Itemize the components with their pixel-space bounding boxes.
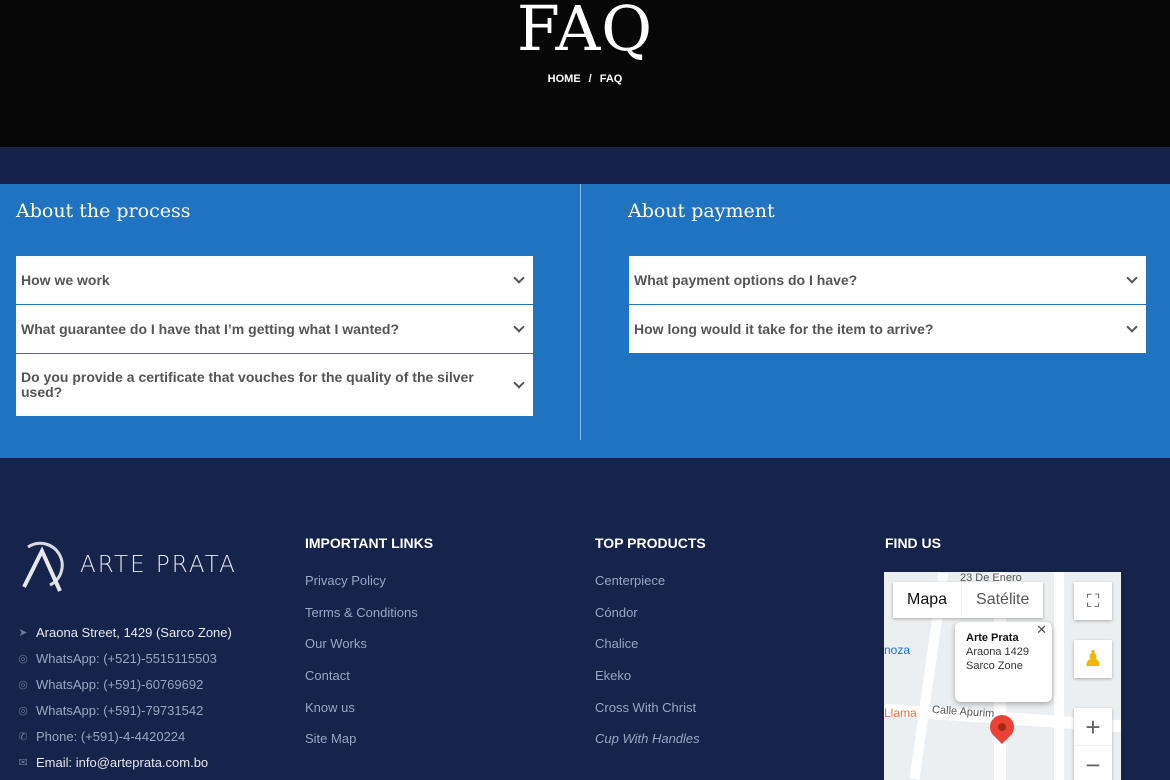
product-link[interactable]: Cóndor bbox=[595, 605, 700, 637]
phone-icon: ✆ bbox=[18, 730, 28, 743]
product-link[interactable]: Cup With Handles bbox=[595, 731, 700, 763]
accordion-question: How we work bbox=[21, 271, 110, 288]
find-us-heading: FIND US bbox=[885, 535, 941, 551]
contact-text: Phone: (+591)-4-4420224 bbox=[36, 728, 186, 744]
chevron-down-icon bbox=[1126, 272, 1138, 284]
accordion-payment: What payment options do I have? How long… bbox=[629, 256, 1146, 354]
logo-icon bbox=[22, 541, 64, 592]
important-links-heading: IMPORTANT LINKS bbox=[305, 535, 434, 551]
close-icon[interactable]: ✕ bbox=[1036, 623, 1047, 637]
contact-text: Email: info@arteprata.com.bo bbox=[36, 754, 209, 770]
top-products-heading: TOP PRODUCTS bbox=[595, 535, 706, 551]
location-arrow-icon: ➤ bbox=[18, 626, 28, 639]
whatsapp-icon: ◎ bbox=[18, 678, 28, 691]
map-type-tabs: Mapa Satélite bbox=[893, 582, 1044, 618]
breadcrumb: HOME / FAQ bbox=[0, 73, 1170, 85]
accordion-question: How long would it take for the item to a… bbox=[634, 320, 934, 337]
chevron-down-icon bbox=[1126, 321, 1138, 333]
logo-text: ARTE PRATA bbox=[80, 552, 237, 578]
page-title: FAQ bbox=[516, 0, 654, 65]
page-hero: FAQ HOME / FAQ bbox=[0, 0, 1170, 147]
pegman-icon[interactable]: ♟ bbox=[1074, 640, 1112, 678]
important-links-list: Privacy Policy Terms & Conditions Our Wo… bbox=[305, 573, 418, 763]
product-link[interactable]: Chalice bbox=[595, 636, 700, 668]
map-label: noza bbox=[884, 643, 911, 657]
breadcrumb-current: FAQ bbox=[599, 73, 623, 85]
info-line: Sarco Zone bbox=[966, 660, 1023, 672]
contact-text: Araona Street, 1429 (Sarco Zone) bbox=[36, 624, 232, 640]
accordion-question: What guarantee do I have that I’m gettin… bbox=[21, 320, 400, 337]
contact-text: WhatsApp: (+591)-79731542 bbox=[36, 702, 204, 718]
section-band bbox=[0, 147, 1170, 184]
accordion-item[interactable]: How long would it take for the item to a… bbox=[629, 305, 1146, 354]
fullscreen-icon[interactable]: ⛶ bbox=[1074, 582, 1112, 620]
map-label: Llama bbox=[884, 706, 917, 720]
accordion-question: Do you provide a certificate that vouche… bbox=[21, 369, 474, 400]
accordion-item[interactable]: What guarantee do I have that I’m gettin… bbox=[16, 305, 533, 354]
accordion-question: What payment options do I have? bbox=[634, 271, 858, 288]
accordion-item[interactable]: Do you provide a certificate that vouche… bbox=[16, 354, 533, 417]
footer-logo[interactable]: ARTE PRATA bbox=[20, 537, 237, 593]
accordion-process: How we work What guarantee do I have tha… bbox=[16, 256, 533, 417]
google-map[interactable]: 23 De Enero noza Llama Calle Apurim Mapa… bbox=[884, 572, 1121, 780]
breadcrumb-home[interactable]: HOME bbox=[548, 73, 581, 85]
zoom-in-icon[interactable]: + bbox=[1074, 708, 1112, 746]
footer-link[interactable]: Terms & Conditions bbox=[305, 605, 418, 637]
footer-link[interactable]: Privacy Policy bbox=[305, 573, 418, 605]
footer-link[interactable]: Our Works bbox=[305, 636, 418, 668]
contact-text: WhatsApp: (+591)-60769692 bbox=[36, 676, 204, 692]
whatsapp-icon: ◎ bbox=[18, 652, 28, 665]
contact-email[interactable]: ✉ Email: info@arteprata.com.bo bbox=[17, 749, 232, 775]
chevron-down-icon bbox=[513, 377, 525, 389]
contact-phone[interactable]: ✆ Phone: (+591)-4-4420224 bbox=[17, 723, 232, 749]
whatsapp-icon: ◎ bbox=[18, 704, 28, 717]
map-tab-map[interactable]: Mapa bbox=[893, 582, 961, 618]
product-link[interactable]: Centerpiece bbox=[595, 573, 700, 605]
map-info-window: ✕ Arte Prata Araona 1429 Sarco Zone bbox=[955, 622, 1052, 702]
chevron-down-icon bbox=[513, 272, 525, 284]
faq-heading-payment: About payment bbox=[628, 200, 775, 222]
contact-text: WhatsApp: (+521)-5515115503 bbox=[36, 650, 217, 666]
faq-heading-process: About the process bbox=[16, 200, 191, 222]
product-link[interactable]: Cross With Christ bbox=[595, 700, 700, 732]
contact-list: ➤ Araona Street, 1429 (Sarco Zone) ◎ Whats… bbox=[17, 619, 232, 775]
contact-whatsapp[interactable]: ◎ WhatsApp: (+521)-5515115503 bbox=[17, 645, 232, 671]
footer-link[interactable]: Know us bbox=[305, 700, 418, 732]
contact-address: ➤ Araona Street, 1429 (Sarco Zone) bbox=[17, 619, 232, 645]
breadcrumb-separator: / bbox=[588, 73, 592, 85]
zoom-out-icon[interactable]: − bbox=[1074, 746, 1112, 780]
footer-link[interactable]: Contact bbox=[305, 668, 418, 700]
map-tab-satellite[interactable]: Satélite bbox=[961, 582, 1043, 618]
footer-link[interactable]: Site Map bbox=[305, 731, 418, 763]
column-divider bbox=[580, 184, 581, 440]
info-title: Arte Prata bbox=[966, 632, 1019, 644]
faq-section: About the process How we work What guara… bbox=[0, 184, 1170, 458]
accordion-item[interactable]: How we work bbox=[16, 256, 533, 305]
info-line: Araona 1429 bbox=[966, 646, 1029, 658]
accordion-item[interactable]: What payment options do I have? bbox=[629, 256, 1146, 305]
contact-whatsapp[interactable]: ◎ WhatsApp: (+591)-60769692 bbox=[17, 671, 232, 697]
contact-whatsapp[interactable]: ◎ WhatsApp: (+591)-79731542 bbox=[17, 697, 232, 723]
product-link[interactable]: Ekeko bbox=[595, 668, 700, 700]
envelope-icon: ✉ bbox=[18, 756, 28, 769]
chevron-down-icon bbox=[513, 321, 525, 333]
top-products-list: Centerpiece Cóndor Chalice Ekeko Cross W… bbox=[595, 573, 700, 763]
